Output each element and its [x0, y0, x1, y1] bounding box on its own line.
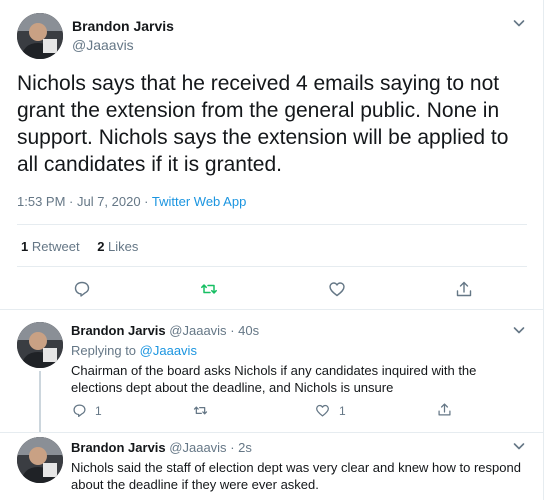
replying-to: Replying to @Jaaavis [71, 343, 197, 358]
reply-time[interactable]: · 40s [230, 323, 259, 338]
divider [17, 224, 527, 225]
reply-count: 1 [95, 404, 102, 418]
reply-header: Brandon Jarvis @Jaaavis · 40s [71, 323, 259, 338]
like-count: 1 [339, 404, 346, 418]
author-name[interactable]: Brandon Jarvis [72, 18, 174, 34]
tweet-stats: 1 Retweet 2 Likes [21, 239, 152, 254]
chevron-down-icon[interactable] [511, 438, 527, 454]
author-avatar[interactable] [17, 13, 63, 59]
reply-header: Brandon Jarvis @Jaaavis · 2s [71, 440, 252, 455]
likes-stat[interactable]: 2 Likes [97, 239, 138, 254]
author-name[interactable]: Brandon Jarvis [71, 440, 166, 455]
author-handle[interactable]: @Jaaavis [72, 37, 134, 53]
retweet-icon[interactable] [193, 403, 208, 418]
avatar-photo [17, 437, 63, 483]
reply-text: Chairman of the board asks Nichols if an… [71, 363, 477, 395]
chevron-down-icon[interactable] [511, 322, 527, 338]
likes-count: 2 [97, 239, 105, 254]
reply-tweet[interactable]: Brandon Jarvis @Jaaavis · 2s Nichols sai… [0, 433, 544, 500]
tweet-timestamp[interactable]: 1:53 PM · Jul 7, 2020 · [17, 194, 152, 209]
main-tweet: Brandon Jarvis @Jaaavis Nichols says tha… [0, 0, 544, 310]
retweets-count: 1 [21, 239, 29, 254]
reply-time[interactable]: · 2s [230, 440, 252, 455]
reply-text: Nichols said the staff of election dept … [71, 460, 521, 492]
divider [17, 266, 527, 267]
author-avatar[interactable] [17, 322, 63, 368]
retweets-label: Retweet [31, 239, 80, 254]
retweet-icon[interactable] [200, 280, 218, 298]
avatar-photo [17, 13, 63, 59]
reply-icon[interactable] [73, 280, 91, 298]
tweet-text: Nichols says that he received 4 emails s… [17, 72, 509, 176]
tweet-source[interactable]: Twitter Web App [152, 194, 246, 209]
replying-to-handle[interactable]: @Jaaavis [140, 343, 197, 358]
avatar-photo [17, 322, 63, 368]
author-name[interactable]: Brandon Jarvis [71, 323, 166, 338]
chevron-down-icon[interactable] [511, 15, 527, 31]
share-icon[interactable] [437, 402, 452, 417]
author-avatar[interactable] [17, 437, 63, 483]
like-icon[interactable] [315, 403, 330, 418]
likes-label: Likes [108, 239, 139, 254]
thread-line [39, 371, 41, 433]
tweet-thread: Brandon Jarvis @Jaaavis Nichols says tha… [0, 0, 544, 500]
retweets-stat[interactable]: 1 Retweet [21, 239, 80, 254]
reply-icon[interactable] [72, 403, 87, 418]
author-handle[interactable]: @Jaaavis [169, 323, 226, 338]
author-handle[interactable]: @Jaaavis [169, 440, 226, 455]
reply-tweet[interactable]: Brandon Jarvis @Jaaavis · 40s Replying t… [0, 311, 544, 433]
replying-prefix: Replying to [71, 343, 137, 358]
tweet-meta: 1:53 PM · Jul 7, 2020 · Twitter Web App [17, 194, 246, 209]
like-icon[interactable] [328, 280, 346, 298]
share-icon[interactable] [455, 280, 473, 298]
